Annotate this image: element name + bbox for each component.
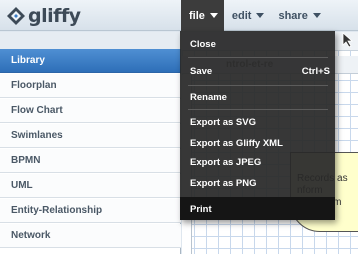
gliffy-logo-icon xyxy=(7,7,25,25)
menu-item-export-svg[interactable]: Export as SVG xyxy=(190,114,330,130)
menu-item-label: Close xyxy=(190,38,216,50)
menu-separator xyxy=(188,85,328,86)
chevron-down-icon xyxy=(312,13,321,18)
logo-text: gliffy xyxy=(28,5,81,27)
menu-item-label: Export as SVG xyxy=(190,116,256,128)
menu-item-label: Export as PNG xyxy=(190,177,257,189)
sidebar-item-label: Floorplan xyxy=(11,80,57,91)
menu-share[interactable]: share xyxy=(270,0,326,31)
sidebar-item-bpmn[interactable]: BPMN xyxy=(0,149,181,173)
menu-item-shortcut: Ctrl+S xyxy=(301,65,330,77)
menu-item-label: Rename xyxy=(190,91,227,103)
menu-item-close[interactable]: Close xyxy=(190,36,330,52)
menu-edit-label: edit xyxy=(231,9,252,22)
menu-item-rename[interactable]: Rename xyxy=(190,89,330,105)
top-bar: gliffy file edit share xyxy=(0,0,358,31)
sidebar-item-label: Swimlanes xyxy=(11,130,63,141)
menu-item-save[interactable]: Save Ctrl+S xyxy=(190,63,330,79)
sidebar-item-label: Flow Chart xyxy=(11,105,63,116)
sidebar-item-uml[interactable]: UML xyxy=(0,174,181,198)
menu-item-label: Save xyxy=(190,65,213,77)
sidebar-item-flow-chart[interactable]: Flow Chart xyxy=(0,99,181,123)
sidebar-item-floorplan[interactable]: Floorplan xyxy=(0,74,181,98)
sidebar-item-label: UML xyxy=(11,180,33,191)
gliffy-logo[interactable]: gliffy xyxy=(6,5,81,27)
sidebar-item-label: BPMN xyxy=(11,155,41,166)
menu-share-label: share xyxy=(278,9,308,22)
sidebar-item-label: Entity-Relationship xyxy=(11,205,103,216)
sidebar-item-swimlanes[interactable]: Swimlanes xyxy=(0,124,181,148)
chevron-down-icon xyxy=(256,13,265,18)
menu-file-label: file xyxy=(189,9,205,22)
sidebar-item-label: Network xyxy=(11,230,51,241)
menu-separator xyxy=(188,57,328,58)
menu-file[interactable]: file xyxy=(181,0,224,31)
chevron-down-icon xyxy=(209,13,218,18)
menu-edit[interactable]: edit xyxy=(224,0,271,31)
menu-item-label: Print xyxy=(190,203,212,215)
menu-item-label: Export as Gliffy XML xyxy=(190,137,283,149)
sidebar-item-library[interactable]: Library xyxy=(0,49,181,73)
menu-item-label: Export as JPEG xyxy=(190,156,262,168)
sidebar-item-label: Library xyxy=(11,55,45,66)
sidebar-item-network[interactable]: Network xyxy=(0,224,181,248)
menu-item-print[interactable]: Print xyxy=(190,201,330,217)
menu-item-export-png[interactable]: Export as PNG xyxy=(190,175,330,191)
menu-separator xyxy=(188,109,328,110)
pointer-tool-icon[interactable] xyxy=(342,32,354,48)
file-menu-dropdown: Close Save Ctrl+S Rename Export as SVG E… xyxy=(180,31,335,220)
menu-item-export-jpeg[interactable]: Export as JPEG xyxy=(190,154,330,170)
sidebar-header-strip xyxy=(0,32,181,49)
menu-item-export-gliffy-xml[interactable]: Export as Gliffy XML xyxy=(190,135,330,151)
sidebar-item-entity-relationship[interactable]: Entity-Relationship xyxy=(0,199,181,223)
menu-bar: file edit share xyxy=(181,0,327,31)
